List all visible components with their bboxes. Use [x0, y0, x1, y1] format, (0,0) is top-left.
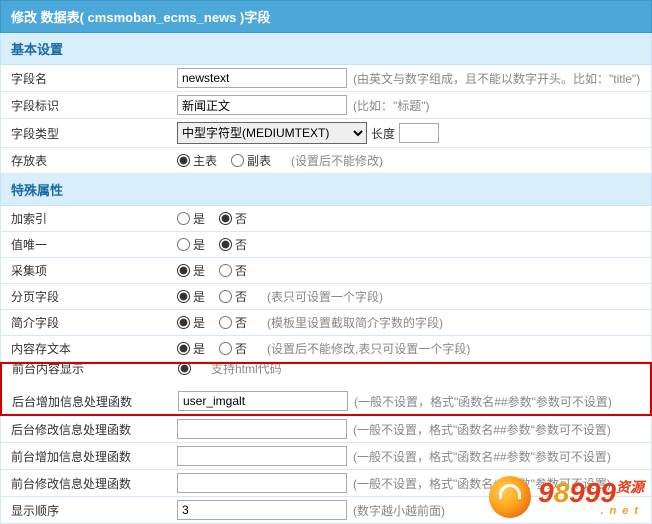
radio-index-yes[interactable]: 是 [177, 210, 205, 227]
hint-store-table: (设置后不能修改) [291, 152, 383, 169]
field-mark-input[interactable] [177, 95, 347, 115]
label-store-table: 存放表 [1, 152, 177, 169]
radio-sub-table[interactable]: 副表 [231, 152, 271, 169]
radio-unique-no[interactable]: 否 [219, 236, 247, 253]
hint-front-mod-fn: (一般不设置，格式"函数名##参数"参数可不设置) [353, 475, 611, 492]
row-collect: 采集项 是 否 [0, 258, 652, 284]
row-front-add-fn: 前台增加信息处理函数 (一般不设置，格式"函数名##参数"参数可不设置) [0, 443, 652, 470]
row-display-order: 显示顺序 (数字越小越前面) [0, 497, 652, 524]
section-basic: 基本设置 [0, 33, 652, 65]
label-add-index: 加索引 [1, 210, 177, 227]
row-field-mark: 字段标识 (比如："标题") [0, 92, 652, 119]
label-back-add-fn: 后台增加信息处理函数 [2, 393, 178, 410]
hint-field-mark: (比如："标题") [353, 97, 430, 114]
label-paging: 分页字段 [1, 288, 177, 305]
front-add-fn-input[interactable] [177, 446, 347, 466]
row-back-mod-fn: 后台修改信息处理函数 (一般不设置，格式"函数名##参数"参数可不设置) [0, 416, 652, 443]
page-title: 修改 数据表( cmsmoban_ecms_news )字段 [0, 0, 652, 33]
radio-brief-no[interactable]: 否 [219, 314, 247, 331]
label-unique: 值唯一 [1, 236, 177, 253]
back-add-fn-input[interactable] [178, 391, 348, 411]
display-order-input[interactable] [177, 500, 347, 520]
hint-front-add-fn: (一般不设置，格式"函数名##参数"参数可不设置) [353, 448, 611, 465]
field-name-input[interactable] [177, 68, 347, 88]
row-paging: 分页字段 是 否 (表只可设置一个字段) [0, 284, 652, 310]
back-mod-fn-input[interactable] [177, 419, 347, 439]
label-field-type: 字段类型 [1, 125, 177, 142]
row-field-name: 字段名 (由英文与数字组成，且不能以数字开头。比如："title") [0, 65, 652, 92]
radio-content-no[interactable]: 否 [219, 340, 247, 357]
radio-main-table[interactable]: 主表 [177, 152, 217, 169]
section-special: 特殊属性 [0, 174, 652, 206]
row-brief: 简介字段 是 否 (模板里设置截取简介字数的字段) [0, 310, 652, 336]
row-add-index: 加索引 是 否 [0, 206, 652, 232]
radio-paging-yes[interactable]: 是 [177, 288, 205, 305]
label-brief: 简介字段 [1, 314, 177, 331]
row-front-mod-fn: 前台修改信息处理函数 (一般不设置，格式"函数名##参数"参数可不设置) [0, 470, 652, 497]
radio-brief-yes[interactable]: 是 [177, 314, 205, 331]
label-collect: 采集项 [1, 262, 177, 279]
field-type-select[interactable]: 中型字符型(MEDIUMTEXT) [177, 122, 367, 144]
label-field-name: 字段名 [1, 70, 177, 87]
hint-display-order: (数字越小越前面) [353, 502, 445, 519]
label-back-mod-fn: 后台修改信息处理函数 [1, 421, 177, 438]
hint-back-mod-fn: (一般不设置，格式"函数名##参数"参数可不设置) [353, 421, 611, 438]
hint-brief: (模板里设置截取简介字数的字段) [267, 314, 443, 331]
row-back-add-fn: 后台增加信息处理函数 (一般不设置，格式"函数名##参数"参数可不设置) [0, 388, 652, 416]
hint-field-name: (由英文与数字组成，且不能以数字开头。比如："title") [353, 70, 640, 87]
hint-paging: (表只可设置一个字段) [267, 288, 383, 305]
radio-content-yes[interactable]: 是 [177, 340, 205, 357]
radio-unique-yes[interactable]: 是 [177, 236, 205, 253]
front-mod-fn-input[interactable] [177, 473, 347, 493]
label-content: 内容存文本 [1, 340, 177, 357]
label-field-mark: 字段标识 [1, 97, 177, 114]
row-field-type: 字段类型 中型字符型(MEDIUMTEXT) 长度 [0, 119, 652, 148]
label-cutoff: 前台内容显示 [2, 362, 178, 377]
hint-content: (设置后不能修改,表只可设置一个字段) [267, 340, 470, 357]
length-input[interactable] [399, 123, 439, 143]
hint-back-add-fn: (一般不设置，格式"函数名##参数"参数可不设置) [354, 393, 612, 410]
row-content: 内容存文本 是 否 (设置后不能修改,表只可设置一个字段) [0, 336, 652, 362]
label-display-order: 显示顺序 [1, 502, 177, 519]
row-unique: 值唯一 是 否 [0, 232, 652, 258]
radio-collect-no[interactable]: 否 [219, 262, 247, 279]
radio-paging-no[interactable]: 否 [219, 288, 247, 305]
label-length: 长度 [371, 125, 395, 142]
radio-index-no[interactable]: 否 [219, 210, 247, 227]
radio-collect-yes[interactable]: 是 [177, 262, 205, 279]
label-front-mod-fn: 前台修改信息处理函数 [1, 475, 177, 492]
label-front-add-fn: 前台增加信息处理函数 [1, 448, 177, 465]
row-store-table: 存放表 主表 副表 (设置后不能修改) [0, 148, 652, 174]
row-cutoff-top: 前台内容显示 支持html代码 [0, 362, 652, 388]
